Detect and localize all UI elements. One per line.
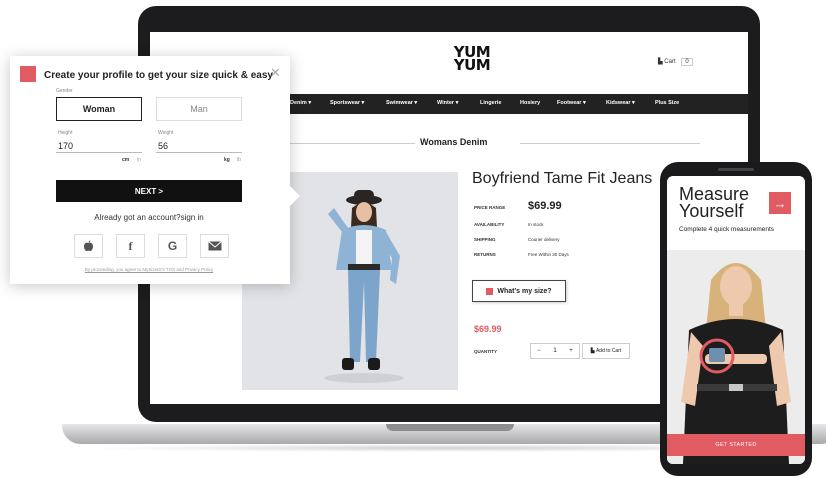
modal-pointer: [290, 186, 300, 206]
spec-label-returns: RETURNS: [474, 252, 496, 257]
email-icon[interactable]: [200, 234, 229, 258]
qty-decrement-button[interactable]: −: [537, 348, 541, 354]
nav-item-lingerie[interactable]: Lingerie: [480, 100, 501, 106]
section-title: Womans Denim: [420, 137, 488, 147]
weight-unit-lb[interactable]: lb: [237, 157, 241, 163]
nav-item-kidswear[interactable]: Kidswear ▾: [606, 100, 635, 106]
store-logo[interactable]: YUM YUM: [442, 45, 502, 74]
spec-label-availability: AVAILABILITY: [474, 222, 505, 227]
nav-item-winter[interactable]: Winter ▾: [437, 100, 458, 106]
nav-item-footwear[interactable]: Footwear ▾: [557, 100, 586, 106]
modal-title: Create your profile to get your size qui…: [44, 70, 273, 81]
whats-my-size-button[interactable]: What's my size?: [472, 280, 566, 302]
quantity-label: QUANTITY: [474, 349, 497, 354]
height-input[interactable]: 170: [58, 141, 73, 151]
measure-photo: [667, 250, 805, 464]
cart-icon: ▙: [658, 59, 663, 65]
mysize-logo-icon: [20, 66, 36, 82]
weight-input[interactable]: 56: [158, 141, 168, 151]
add-to-cart-label: Add to Cart: [595, 348, 622, 354]
quantity-stepper: − 1 +: [530, 343, 580, 359]
title-rule-left: [290, 143, 415, 144]
cart-label: Cart: [664, 59, 676, 65]
spec-value-shipping: Courier delivery: [528, 237, 560, 242]
phone-screen: Measure Yourself → Complete 4 quick meas…: [667, 176, 805, 464]
phone-speaker: [718, 168, 754, 171]
height-label: Height: [58, 130, 73, 136]
nav-item-plus-size[interactable]: Plus Size: [655, 100, 679, 106]
weight-label: Weight: [158, 130, 174, 136]
add-to-cart-button[interactable]: ▙ Add to Cart: [582, 343, 630, 359]
qty-increment-button[interactable]: +: [569, 348, 573, 354]
spec-value-price: $69.99: [528, 200, 562, 212]
nav-item-sportswear[interactable]: Sportswear ▾: [330, 100, 364, 106]
cart-button[interactable]: ▙ Cart 0: [658, 58, 693, 66]
get-started-button[interactable]: GET STARTED: [667, 434, 805, 456]
nav-item-swimwear[interactable]: Swimwear ▾: [386, 100, 417, 106]
spec-value-availability: In stock: [528, 222, 544, 227]
product-price: $69.99: [474, 324, 502, 334]
profile-modal: Create your profile to get your size qui…: [10, 56, 290, 284]
product-title: Boyfriend Tame Fit Jeans: [472, 170, 653, 187]
gender-option-man[interactable]: Man: [156, 97, 242, 121]
person-illustration: [681, 263, 791, 464]
apple-icon[interactable]: [74, 234, 103, 258]
height-underline: [56, 152, 142, 153]
spec-label-shipping: SHIPPING: [474, 237, 496, 242]
height-unit-cm[interactable]: cm: [122, 157, 129, 163]
weight-underline: [156, 152, 242, 153]
height-unit-in[interactable]: in: [137, 157, 141, 163]
weight-unit-kg[interactable]: kg: [224, 157, 230, 163]
arrow-right-icon[interactable]: →: [769, 192, 791, 214]
sign-in-link[interactable]: Already got an account?sign in: [56, 213, 242, 222]
nav-item-denim[interactable]: Denim ▾: [290, 100, 311, 106]
spec-label-price: PRICE RANGE: [474, 205, 506, 210]
title-rule-right: [520, 143, 700, 144]
cart-count: 0: [681, 58, 693, 66]
google-icon[interactable]: G: [158, 234, 187, 258]
legal-notice-link[interactable]: By proceeding, you agree to MySizeID's T…: [56, 267, 242, 272]
next-button[interactable]: NEXT >: [56, 180, 242, 202]
measure-subtitle: Complete 4 quick measurements: [679, 226, 775, 233]
whats-my-size-label: What's my size?: [497, 287, 552, 295]
laptop-notch: [386, 424, 514, 431]
logo-text-bottom: YUM: [453, 56, 491, 74]
gender-option-woman[interactable]: Woman: [56, 97, 142, 121]
qty-value[interactable]: 1: [553, 348, 556, 354]
gender-label: Gender: [56, 88, 73, 94]
nav-item-hosiery[interactable]: Hosiery: [520, 100, 540, 106]
mysize-icon: [486, 287, 494, 295]
spec-value-returns: Free Within 30 Days: [528, 252, 569, 257]
close-icon[interactable]: ✕: [270, 65, 281, 81]
measure-title: Measure Yourself: [679, 184, 750, 221]
facebook-icon[interactable]: f: [116, 234, 145, 258]
